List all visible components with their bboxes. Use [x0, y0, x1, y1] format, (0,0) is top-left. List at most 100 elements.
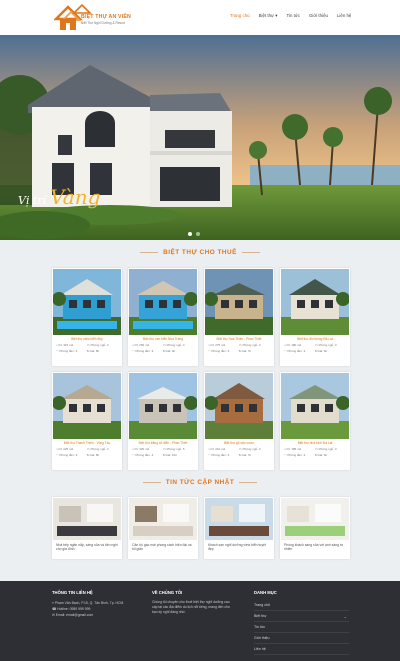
villa-area: ⌗ Dt: 180 m2: [284, 343, 315, 347]
footer-categories-heading: DANH MỤC: [254, 590, 277, 595]
chevron-down-icon[interactable]: ⌄: [344, 611, 347, 622]
logo-subtitle: Biệt Thự Nghỉ Dưỡng & Resort: [81, 21, 125, 25]
news-photo[interactable]: [129, 498, 197, 540]
villa-price-value: Giá: 6tr: [317, 349, 328, 353]
villa-photo[interactable]: [281, 269, 349, 335]
villa-area: ⌗ Dt: 250 m2: [132, 343, 163, 347]
villa-bath-value: Phòng tắm: 4: [135, 453, 154, 457]
news-card[interactable]: Nhà bếp ngăn nắp, sáng sủa và tiện nghi …: [52, 497, 122, 559]
villa-bath: ◠ Phòng tắm: 2: [284, 349, 315, 353]
villa-card[interactable]: Biệt thự nhà kính Đà Lạt ⌗ Dt: 185 m2 ▭ Ph…: [280, 372, 350, 470]
news-photo[interactable]: [53, 498, 121, 540]
title-divider: [239, 481, 258, 483]
villa-rooms: ▭ Phòng ngủ: 3: [87, 343, 118, 347]
villa-card[interactable]: Biệt thự Thanh Thiên - Vũng Tàu ⌗ Dt: 225…: [52, 372, 122, 470]
villa-card-meta: ⌗ Dt: 320 m2 ▭ Phòng ngủ: 5 ◠ Phòng tắm: 4…: [128, 445, 198, 457]
villa-photo[interactable]: [53, 373, 121, 439]
villa-rooms: ▭ Phòng ngủ: 3: [315, 447, 346, 451]
footer-link-news[interactable]: Tin tức: [254, 622, 349, 633]
villa-photo[interactable]: [53, 269, 121, 335]
footer-about-heading: VỀ CHÚNG TÔI: [152, 590, 183, 595]
villa-area-value: Dt: 225 m2: [58, 447, 74, 451]
villa-card-meta: ⌗ Dt: 210 m2 ▭ Phòng ngủ: 3 ◠ Phòng tắm: 2…: [204, 445, 274, 457]
footer-about: VỀ CHÚNG TÔI Chúng tôi chuyên cho thuê b…: [152, 590, 232, 616]
villa-area: ⌗ Dt: 275 m2: [208, 343, 239, 347]
villa-rooms-value: Phòng ngủ: 3: [318, 447, 337, 451]
nav-item-contact[interactable]: Liên hệ: [337, 13, 351, 19]
news-card-title[interactable]: Căn hộ gác mái phong cách hiện đại và tố…: [128, 541, 198, 554]
nav-item-news[interactable]: Tin tức: [286, 13, 300, 19]
footer-link-contact[interactable]: Liên hệ: [254, 644, 349, 655]
hero-slider[interactable]: Vị trí Vàng: [0, 35, 400, 240]
villa-rooms: ▭ Phòng ngủ: 5: [163, 447, 194, 451]
news-card-title[interactable]: Khách sạn nghỉ dưỡng view biển tuyệt đẹp: [204, 541, 274, 554]
footer-link-about[interactable]: Giới thiệu: [254, 633, 349, 644]
footer-categories: DANH MỤC Trang chủ Biệt thự ⌄ Tin tức Giớ…: [254, 590, 349, 655]
villa-rooms-value: Phòng ngủ: 3: [242, 447, 261, 451]
villa-card[interactable]: Biệt thự Hoa Thiên - Phan Thiết ⌗ Dt: 275…: [204, 268, 274, 366]
villa-bath: ◠ Phòng tắm: 2: [208, 349, 239, 353]
news-section-title-text: TIN TỨC CẬP NHẬT: [165, 479, 235, 486]
news-card[interactable]: Căn hộ gác mái phong cách hiện đại và tố…: [128, 497, 198, 559]
villa-rooms-value: Phòng ngủ: 3: [242, 343, 261, 347]
villa-card-meta: ⌗ Dt: 225 m2 ▭ Phòng ngủ: 4 ◠ Phòng tắm: 3…: [52, 445, 122, 457]
villa-price: $ Giá: 6tr: [315, 453, 346, 457]
villa-price-value: Giá: 9tr: [165, 349, 176, 353]
footer-contact: THÔNG TIN LIÊN HỆ ⌖ Phạm Văn Bạch, P.15,…: [52, 590, 123, 618]
slider-dot[interactable]: [196, 232, 200, 236]
news-card[interactable]: Phòng khách sáng sủa với ánh sáng tự nhi…: [280, 497, 350, 559]
villa-photo[interactable]: [129, 269, 197, 335]
slider-dot[interactable]: [188, 232, 192, 236]
nav-item-about[interactable]: Giới thiệu: [309, 13, 328, 19]
footer-email[interactable]: ✉ Email: email@gmail.com: [52, 612, 123, 618]
page: BIỆT THỰ AN VIÊN Biệt Thự Nghỉ Dưỡng & R…: [0, 0, 400, 661]
villa-rooms-value: Phòng ngủ: 4: [166, 343, 185, 347]
villa-bath-value: Phòng tắm: 3: [59, 453, 78, 457]
footer-about-text: Chúng tôi chuyên cho thuê biệt thự nghỉ …: [152, 600, 230, 615]
villa-photo[interactable]: [129, 373, 197, 439]
villa-card[interactable]: Biệt thự gỗ sân vườn ⌗ Dt: 210 m2 ▭ Phòng …: [204, 372, 274, 470]
news-card-title[interactable]: Nhà bếp ngăn nắp, sáng sủa và tiện nghi …: [52, 541, 122, 554]
villa-card[interactable]: Biệt thự trắng cổ điển - Phan Thiết ⌗ Dt:…: [128, 372, 198, 470]
site-footer: THÔNG TIN LIÊN HỆ ⌖ Phạm Văn Bạch, P.15,…: [0, 581, 400, 661]
villa-photo[interactable]: [205, 269, 273, 335]
villas-section-title-text: BIỆT THỰ CHO THUÊ: [163, 249, 237, 256]
news-card[interactable]: Khách sạn nghỉ dưỡng view biển tuyệt đẹp: [204, 497, 274, 559]
villa-price-value: Giá: 10tr: [165, 453, 178, 457]
footer-email-text: Email: email@gmail.com: [55, 613, 94, 617]
site-logo[interactable]: BIỆT THỰ AN VIÊN Biệt Thự Nghỉ Dưỡng & R…: [53, 3, 131, 32]
nav-item-home[interactable]: Trang chủ: [230, 13, 250, 19]
villa-area-value: Dt: 180 m2: [286, 343, 302, 347]
villa-card[interactable]: Biệt thự đồi thông Đà Lạt ⌗ Dt: 180 m2 ▭ P…: [280, 268, 350, 366]
villa-bath-value: Phòng tắm: 2: [287, 453, 306, 457]
villa-area: ⌗ Dt: 210 m2: [208, 447, 239, 451]
villa-area: ⌗ Dt: 320 m2: [132, 447, 163, 451]
title-divider: [241, 251, 260, 253]
footer-address-text: Phạm Văn Bạch, P.15, Q. Tân Bình, Tp. HC…: [54, 601, 124, 605]
villa-photo[interactable]: [205, 373, 273, 439]
villa-bath: ◠ Phòng tắm: 3: [132, 349, 163, 353]
villa-price: $ Giá: 7tr: [239, 349, 270, 353]
news-photo[interactable]: [205, 498, 273, 540]
news-card-title[interactable]: Phòng khách sáng sủa với ánh sáng tự nhi…: [280, 541, 350, 554]
villa-price-value: Giá: 6tr: [317, 453, 328, 457]
villa-price-value: Giá: 7tr: [241, 349, 252, 353]
villa-area-value: Dt: 210 m2: [210, 447, 226, 451]
footer-link-home[interactable]: Trang chủ: [254, 600, 349, 611]
villa-price: $ Giá: 6tr: [315, 349, 346, 353]
hero-caption-large: Vàng: [50, 185, 101, 209]
title-divider: [140, 251, 159, 253]
villa-rooms: ▭ Phòng ngủ: 4: [87, 447, 118, 451]
nav-item-villas[interactable]: Biệt thự ▾: [259, 13, 278, 19]
villa-bath: ◠ Phòng tắm: 4: [132, 453, 163, 457]
villa-card[interactable]: Biệt thự view biển đẹp ⌗ Dt: 315 m2 ▭ Phòn…: [52, 268, 122, 366]
villa-bath-value: Phòng tắm: 3: [135, 349, 154, 353]
villa-bath-value: Phòng tắm: 2: [211, 349, 230, 353]
villa-bath-value: Phòng tắm: 2: [59, 349, 78, 353]
news-photo[interactable]: [281, 498, 349, 540]
logo-title: BIỆT THỰ AN VIÊN: [81, 14, 131, 20]
footer-link-villas[interactable]: Biệt thự ⌄: [254, 611, 349, 622]
villa-card[interactable]: Biệt thự ven biển Nha Trang ⌗ Dt: 250 m2 ▭…: [128, 268, 198, 366]
villa-photo[interactable]: [281, 373, 349, 439]
villa-price: $ Giá: 8tr: [87, 349, 118, 353]
